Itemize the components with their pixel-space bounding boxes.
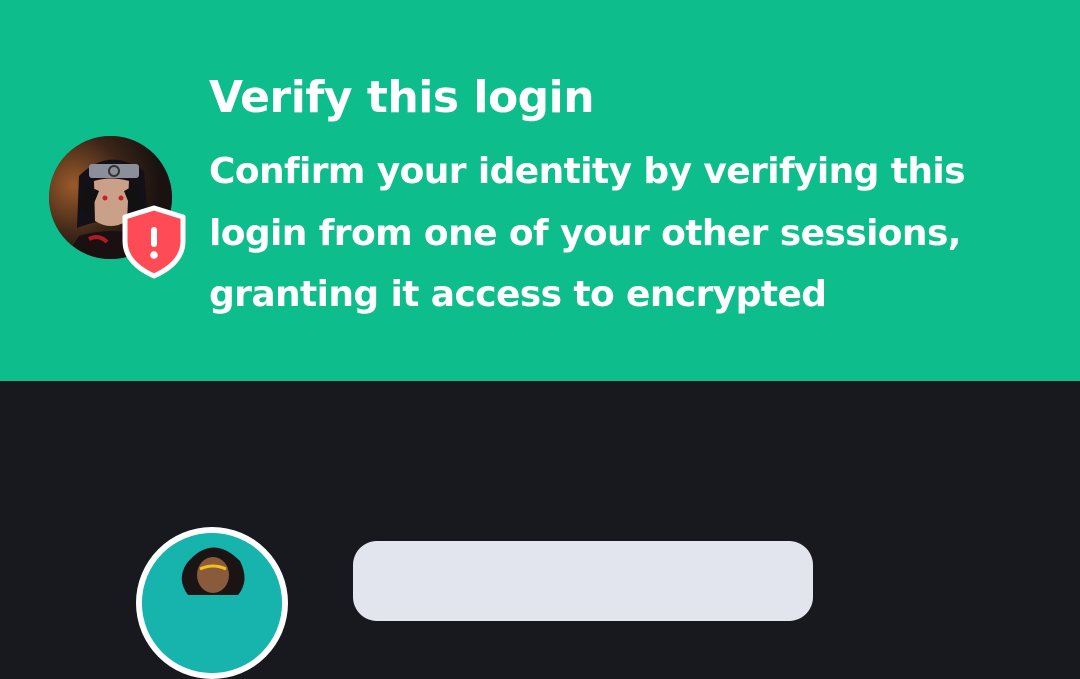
banner-description: Confirm your identity by verifying this …: [209, 141, 1009, 326]
shield-warning-icon: [119, 205, 189, 279]
verify-login-banner[interactable]: Verify this login Confirm your identity …: [0, 0, 1080, 381]
room-avatar[interactable]: [136, 527, 288, 679]
banner-title: Verify this login: [209, 72, 595, 123]
banner-description-line: Confirm your identity by verifying this: [209, 151, 966, 192]
room-avatar-image: [142, 533, 282, 673]
banner-description-line: login from one of your other sessions,: [209, 212, 961, 254]
message-placeholder-bubble[interactable]: [353, 541, 813, 621]
banner-description-line: granting it access to encrypted: [209, 274, 827, 315]
banner-avatar: [49, 136, 189, 279]
